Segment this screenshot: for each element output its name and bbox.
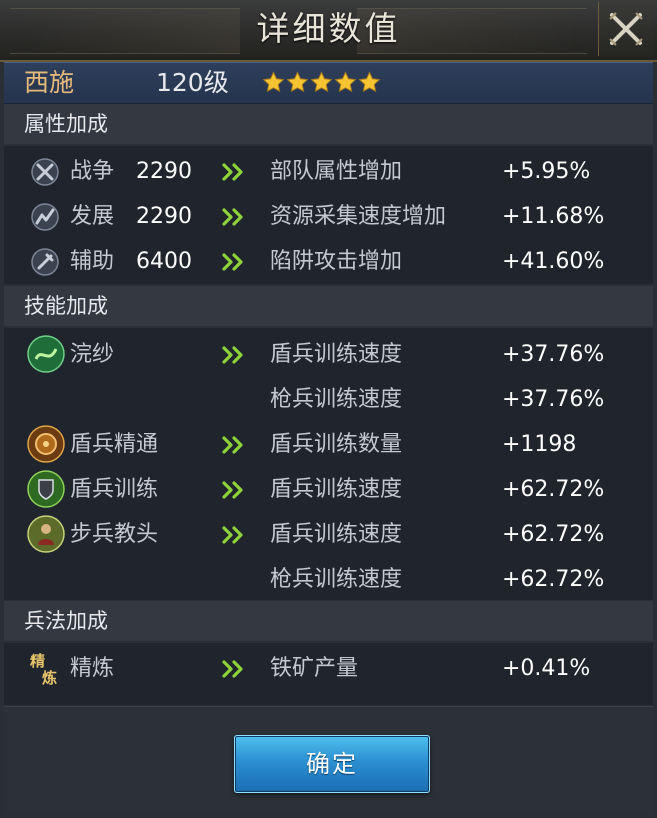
bonus-effect: 枪兵训练速度 — [270, 387, 403, 412]
skill-row: 盾兵精通 盾兵训练数量 +1198 — [4, 422, 653, 467]
double-chevron-right-icon — [222, 526, 243, 544]
icon-text: 精 — [30, 652, 45, 670]
skill-row: 枪兵训练速度 +37.76% — [4, 377, 653, 422]
attribute-name: 战争 — [70, 159, 115, 184]
bonus-effect: 枪兵训练速度 — [270, 567, 403, 592]
star-icon — [334, 71, 357, 95]
support-icon — [31, 248, 59, 276]
icon-text: 炼 — [42, 669, 57, 687]
shield-training-skill-icon — [27, 470, 65, 508]
star-icon — [358, 71, 381, 95]
bonus-value: +37.76% — [502, 342, 605, 367]
bonus-effect: 资源采集速度增加 — [270, 204, 447, 229]
close-icon — [609, 12, 643, 46]
detail-stats-panel: 详细数值 西施 120级 属性加成 战争 2290 部队属性增加 +5.95% … — [0, 0, 657, 818]
skill-name: 浣纱 — [70, 342, 115, 367]
bonus-value: +5.95% — [502, 159, 591, 184]
section-header-tactics: 兵法加成 — [4, 601, 653, 641]
bonus-value: +62.72% — [502, 477, 605, 502]
attribute-value: 6400 — [136, 249, 192, 274]
refine-calligraphy-icon: 精 炼 — [30, 652, 57, 687]
skill-row: 浣纱 盾兵训练速度 +37.76% — [4, 332, 653, 377]
bonus-value: +62.72% — [502, 522, 605, 547]
huansha-skill-icon — [27, 335, 65, 373]
infantry-instructor-skill-icon — [27, 515, 65, 553]
tactic-row: 精 炼 精炼 铁矿产量 +0.41% — [4, 646, 653, 691]
title-bar: 详细数值 — [0, 0, 657, 62]
double-chevron-right-icon — [222, 346, 243, 364]
section-header-attributes: 属性加成 — [4, 104, 653, 144]
crossed-swords-icon — [31, 158, 59, 186]
skill-row: 步兵教头 盾兵训练速度 +62.72% — [4, 512, 653, 557]
tactic-name: 精炼 — [70, 656, 115, 681]
skill-row: 盾兵训练 盾兵训练速度 +62.72% — [4, 467, 653, 512]
bonus-effect: 部队属性增加 — [270, 159, 403, 184]
bonus-effect: 铁矿产量 — [270, 656, 359, 681]
skill-row: 枪兵训练速度 +62.72% — [4, 557, 653, 602]
attribute-value: 2290 — [136, 204, 192, 229]
double-chevron-right-icon — [222, 163, 243, 181]
attribute-name: 辅助 — [70, 249, 115, 274]
section-skills: 浣纱 盾兵训练速度 +37.76% 枪兵训练速度 +37.76% 盾兵精通 盾兵… — [4, 328, 653, 600]
section-tactics: 精 炼 精炼 铁矿产量 +0.41% — [4, 643, 653, 705]
skill-name: 步兵教头 — [70, 522, 159, 547]
double-chevron-right-icon — [222, 208, 243, 226]
star-icon — [310, 71, 333, 95]
bonus-effect: 盾兵训练速度 — [270, 522, 403, 547]
section-header-skills: 技能加成 — [4, 286, 653, 326]
attribute-row: 战争 2290 部队属性增加 +5.95% — [4, 149, 653, 194]
window-title: 详细数值 — [256, 9, 401, 48]
attribute-row: 辅助 6400 陷阱攻击增加 +41.60% — [4, 239, 653, 284]
skill-name: 盾兵训练 — [70, 477, 159, 502]
bonus-effect: 盾兵训练速度 — [270, 342, 403, 367]
bonus-value: +62.72% — [502, 567, 605, 592]
hero-star-rating — [262, 71, 381, 95]
footer: 确定 — [4, 706, 653, 815]
confirm-button[interactable]: 确定 — [234, 735, 430, 793]
double-chevron-right-icon — [222, 253, 243, 271]
star-icon — [286, 71, 309, 95]
bonus-value: +0.41% — [502, 656, 591, 681]
bonus-effect: 陷阱攻击增加 — [270, 249, 403, 274]
bonus-effect: 盾兵训练数量 — [270, 432, 403, 457]
star-icon — [262, 71, 285, 95]
attribute-row: 发展 2290 资源采集速度增加 +11.68% — [4, 194, 653, 239]
shield-mastery-skill-icon — [27, 425, 65, 463]
bonus-value: +1198 — [502, 432, 577, 457]
double-chevron-right-icon — [222, 481, 243, 499]
bonus-effect: 盾兵训练速度 — [270, 477, 403, 502]
section-attributes: 战争 2290 部队属性增加 +5.95% 发展 2290 资源采集速度增加 +… — [4, 146, 653, 284]
bonus-value: +41.60% — [502, 249, 605, 274]
bonus-value: +11.68% — [502, 204, 605, 229]
bonus-value: +37.76% — [502, 387, 605, 412]
development-icon — [31, 203, 59, 231]
hero-level: 120级 — [156, 68, 229, 97]
close-button[interactable] — [598, 2, 653, 56]
attribute-value: 2290 — [136, 159, 192, 184]
skill-name: 盾兵精通 — [70, 432, 159, 457]
attribute-name: 发展 — [70, 204, 115, 229]
double-chevron-right-icon — [222, 660, 243, 678]
hero-info-bar: 西施 120级 — [4, 62, 653, 104]
hero-name: 西施 — [24, 68, 75, 97]
double-chevron-right-icon — [222, 436, 243, 454]
